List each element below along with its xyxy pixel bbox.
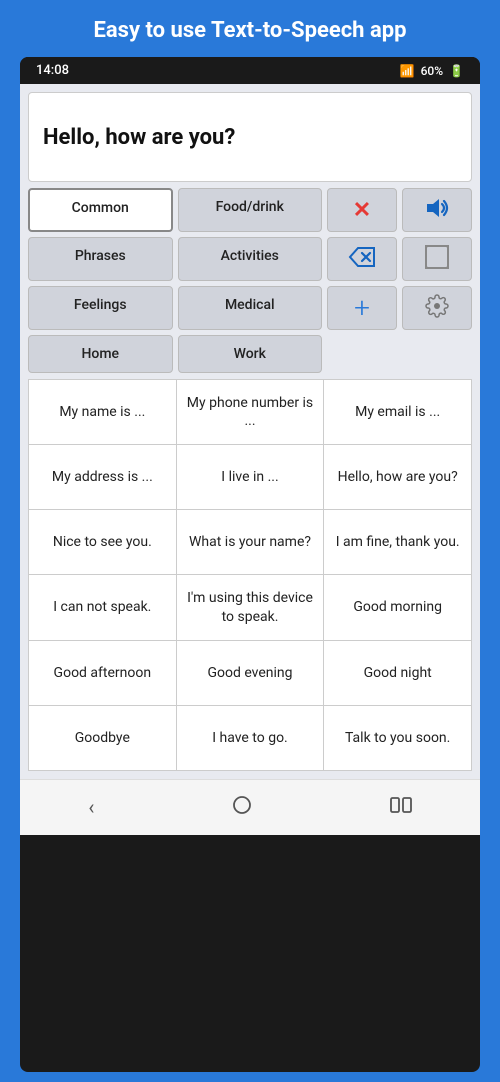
- phrase-9[interactable]: I can not speak.: [29, 575, 176, 639]
- category-common[interactable]: Common: [28, 188, 173, 232]
- phrase-5[interactable]: Hello, how are you?: [324, 445, 471, 509]
- phrase-0[interactable]: My name is ...: [29, 380, 176, 444]
- text-display-content: Hello, how are you?: [43, 125, 235, 150]
- settings-button[interactable]: [402, 286, 472, 330]
- speaker-icon: [423, 196, 451, 225]
- app-header: Easy to use Text-to-Speech app: [0, 0, 500, 57]
- phrase-3[interactable]: My address is ...: [29, 445, 176, 509]
- category-phrases[interactable]: Phrases: [28, 237, 173, 281]
- category-home[interactable]: Home: [28, 335, 173, 373]
- phrase-11[interactable]: Good morning: [324, 575, 471, 639]
- expand-button[interactable]: [402, 237, 472, 281]
- plus-icon: +: [354, 294, 370, 322]
- recents-nav-icon[interactable]: [370, 791, 432, 824]
- wifi-icon: 📶: [400, 64, 415, 78]
- category-medical[interactable]: Medical: [178, 286, 323, 330]
- phrase-12[interactable]: Good afternoon: [29, 641, 176, 705]
- phrase-2[interactable]: My email is ...: [324, 380, 471, 444]
- button-grid: Common Food/drink ✕ Phrases Activities: [28, 188, 472, 373]
- battery-icon: 🔋: [449, 64, 464, 78]
- nav-bar: ‹: [20, 779, 480, 835]
- phrase-8[interactable]: I am fine, thank you.: [324, 510, 471, 574]
- add-button[interactable]: +: [327, 286, 397, 330]
- phrase-7[interactable]: What is your name?: [177, 510, 324, 574]
- x-icon: ✕: [353, 198, 371, 223]
- phrase-13[interactable]: Good evening: [177, 641, 324, 705]
- phone-frame: 14:08 📶 60% 🔋 Hello, how are you? Common…: [20, 57, 480, 1072]
- category-activities[interactable]: Activities: [178, 237, 323, 281]
- phrase-16[interactable]: I have to go.: [177, 706, 324, 770]
- backspace-icon: [348, 246, 376, 273]
- phrase-15[interactable]: Goodbye: [29, 706, 176, 770]
- phrase-14[interactable]: Good night: [324, 641, 471, 705]
- speak-button[interactable]: [402, 188, 472, 232]
- expand-icon: [424, 244, 450, 275]
- phrase-6[interactable]: Nice to see you.: [29, 510, 176, 574]
- back-nav-icon[interactable]: ‹: [68, 791, 114, 823]
- category-food[interactable]: Food/drink: [178, 188, 323, 232]
- text-display: Hello, how are you?: [28, 92, 472, 182]
- phrase-17[interactable]: Talk to you soon.: [324, 706, 471, 770]
- category-feelings[interactable]: Feelings: [28, 286, 173, 330]
- app-title: Easy to use Text-to-Speech app: [94, 18, 407, 43]
- status-right: 📶 60% 🔋: [400, 64, 464, 78]
- phrase-4[interactable]: I live in ...: [177, 445, 324, 509]
- category-work[interactable]: Work: [178, 335, 323, 373]
- battery-level: 60%: [421, 64, 443, 78]
- home-nav-icon[interactable]: [211, 790, 273, 825]
- status-bar: 14:08 📶 60% 🔋: [20, 57, 480, 84]
- gear-icon: [425, 294, 449, 323]
- clear-button[interactable]: ✕: [327, 188, 397, 232]
- status-time: 14:08: [36, 63, 69, 78]
- phrase-10[interactable]: I'm using this device to speak.: [177, 575, 324, 639]
- phrase-1[interactable]: My phone number is ...: [177, 380, 324, 444]
- phrases-grid: My name is ... My phone number is ... My…: [28, 379, 472, 771]
- backspace-button[interactable]: [327, 237, 397, 281]
- app-body: Hello, how are you? Common Food/drink ✕: [20, 84, 480, 779]
